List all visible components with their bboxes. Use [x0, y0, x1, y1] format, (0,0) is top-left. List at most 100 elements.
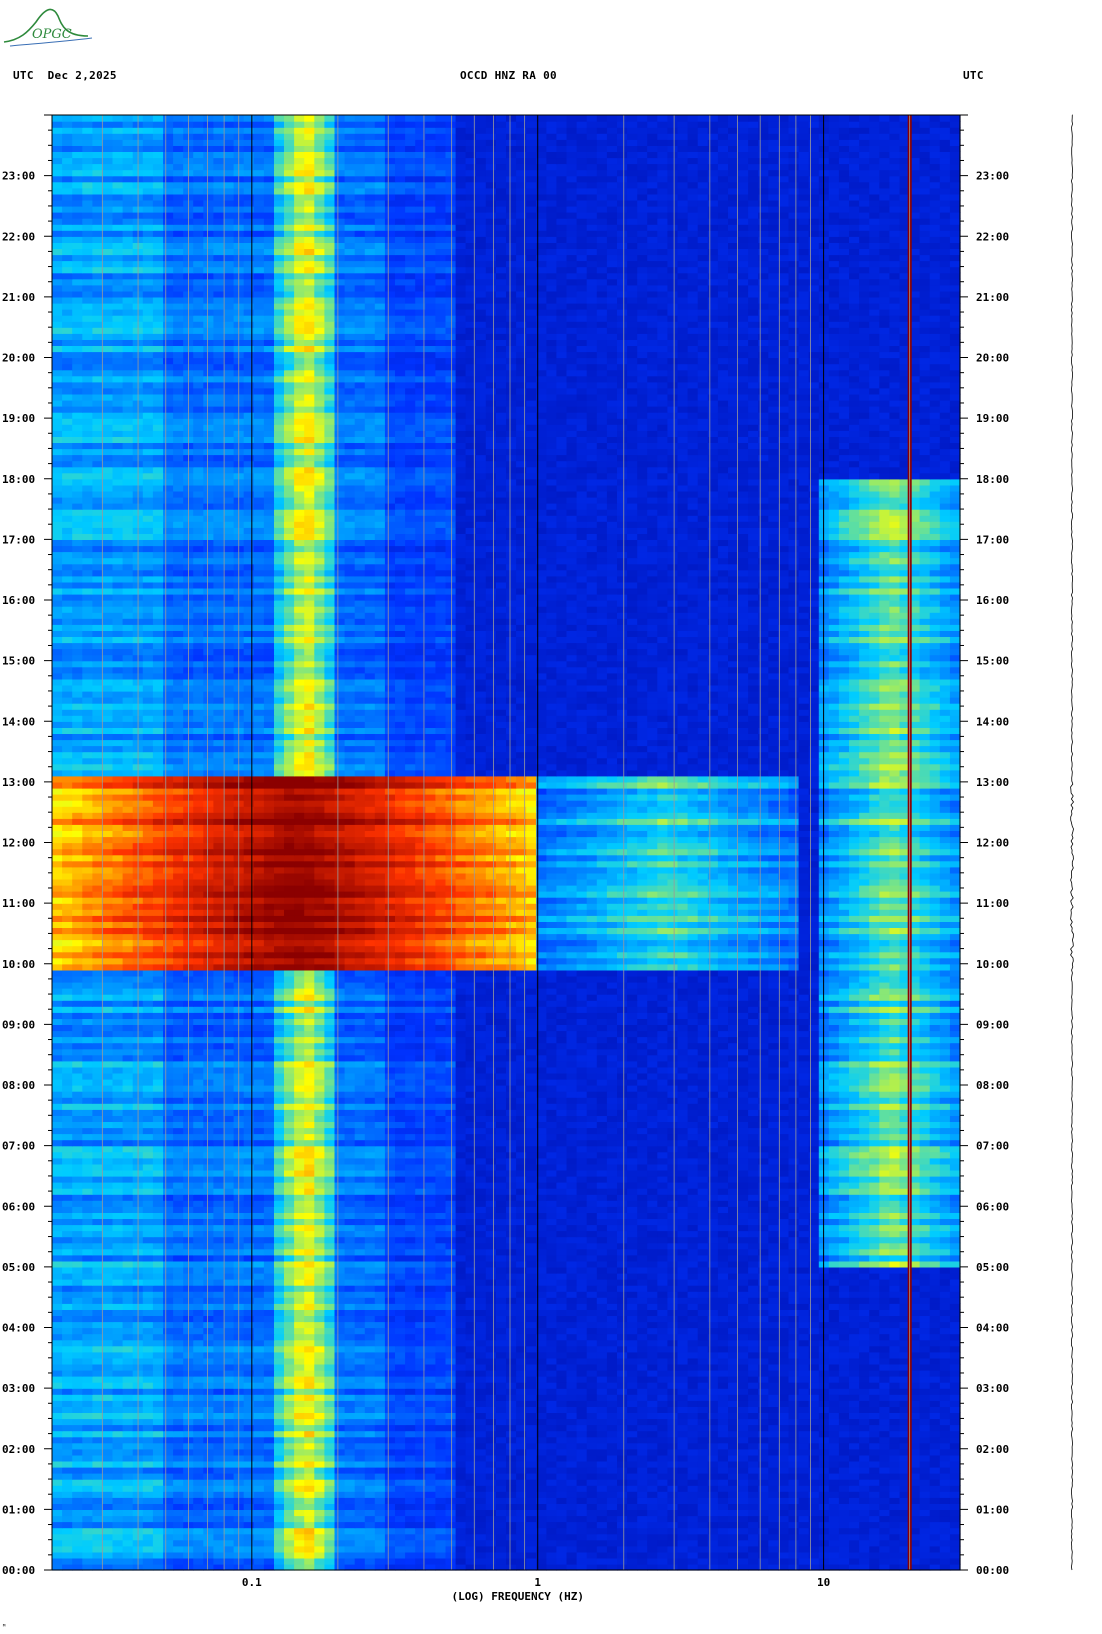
heatmap-cell — [949, 1412, 961, 1420]
heatmap-cell — [152, 1327, 164, 1335]
heatmap-cell — [405, 1321, 416, 1329]
heatmap-cell — [677, 1424, 689, 1432]
heatmap-cell — [485, 1369, 497, 1377]
heatmap-cell — [72, 1521, 83, 1529]
heatmap-cell — [637, 1388, 648, 1395]
heatmap-cell — [849, 1272, 860, 1280]
heatmap-cell — [768, 1339, 779, 1347]
heatmap-cell — [728, 1509, 739, 1517]
heatmap-cell — [193, 1279, 204, 1286]
heatmap-cell — [374, 1382, 386, 1389]
heatmap-cell — [72, 1345, 83, 1353]
heatmap-cell — [566, 1254, 578, 1262]
heatmap-cell — [939, 1503, 951, 1510]
heatmap-cell — [869, 1363, 880, 1371]
heatmap-cell — [556, 1424, 568, 1432]
heatmap-cell — [778, 1460, 790, 1468]
heatmap-cell — [828, 1454, 840, 1462]
heatmap-cell — [596, 1394, 608, 1401]
heatmap-cell — [92, 1491, 104, 1498]
heatmap-cell — [294, 1539, 305, 1547]
heatmap-cell — [748, 1430, 759, 1438]
heatmap-cell — [395, 1509, 406, 1517]
heatmap-cell — [102, 1430, 114, 1438]
heatmap-cell — [203, 1394, 214, 1401]
heatmap-cell — [506, 1557, 517, 1565]
heatmap-cell — [263, 1272, 275, 1280]
heatmap-cell — [465, 1327, 477, 1335]
heatmap-cell — [778, 1382, 790, 1389]
heatmap-cell — [546, 1497, 558, 1504]
heatmap-cell — [738, 1333, 749, 1341]
heatmap-cell — [72, 1412, 83, 1420]
heatmap-cell — [627, 1303, 638, 1310]
heatmap-cell — [243, 1321, 255, 1329]
heatmap-cell — [637, 1236, 648, 1244]
heatmap-cell — [324, 1357, 336, 1365]
heatmap-cell — [788, 1400, 800, 1407]
heatmap-cell — [425, 1303, 436, 1310]
heatmap-cell — [707, 1394, 719, 1401]
heatmap-cell — [687, 1321, 699, 1329]
heatmap-cell — [314, 1254, 325, 1262]
heatmap-cell — [62, 1557, 73, 1565]
heatmap-cell — [617, 1333, 628, 1341]
heatmap-cell — [849, 1248, 860, 1256]
heatmap-cell — [849, 1285, 860, 1292]
heatmap-cell — [818, 1551, 830, 1559]
heatmap-cell — [798, 1454, 810, 1462]
heatmap-cell — [778, 1285, 790, 1292]
heatmap-cell — [263, 1503, 275, 1510]
heatmap-cell — [253, 1260, 265, 1268]
heatmap-cell — [586, 1291, 598, 1298]
heatmap-cell — [838, 1351, 850, 1359]
heatmap-cell — [304, 1503, 315, 1510]
heatmap-cell — [697, 1406, 709, 1413]
heatmap-cell — [253, 1539, 265, 1547]
heatmap-cell — [425, 1454, 436, 1462]
heatmap-cell — [667, 1357, 679, 1365]
heatmap-cell — [142, 1369, 154, 1377]
heatmap-cell — [707, 1551, 719, 1559]
heatmap-cell — [657, 1551, 668, 1559]
heatmap-cell — [203, 1291, 214, 1298]
heatmap-cell — [324, 1291, 336, 1298]
heatmap-cell — [122, 1333, 134, 1341]
heatmap-cell — [556, 1369, 568, 1377]
heatmap-cell — [667, 1315, 679, 1323]
heatmap-cell — [334, 1454, 346, 1462]
heatmap-cell — [344, 1266, 356, 1274]
heatmap-cell — [173, 1473, 184, 1480]
heatmap-cell — [435, 1363, 447, 1371]
heatmap-cell — [102, 1460, 114, 1468]
heatmap-cell — [576, 1454, 588, 1462]
heatmap-cell — [455, 1333, 467, 1341]
heatmap-cell — [203, 1388, 214, 1395]
heatmap-cell — [798, 1333, 810, 1341]
heatmap-cell — [586, 1376, 598, 1383]
heatmap-cell — [152, 1545, 164, 1553]
heatmap-cell — [556, 1436, 568, 1444]
heatmap-cell — [455, 1357, 467, 1365]
heatmap-cell — [495, 1545, 507, 1553]
heatmap-cell — [92, 1418, 104, 1426]
heatmap-cell — [405, 1345, 416, 1353]
heatmap-cell — [465, 1303, 477, 1310]
heatmap-cell — [52, 1315, 63, 1323]
heatmap-cell — [657, 1442, 668, 1450]
heatmap-cell — [768, 1260, 779, 1268]
heatmap-cell — [647, 1351, 658, 1359]
heatmap-cell — [728, 1327, 739, 1335]
heatmap-cell — [606, 1418, 618, 1426]
heatmap-cell — [556, 1339, 568, 1347]
heatmap-cell — [879, 1430, 890, 1438]
heatmap-cell — [52, 1406, 63, 1413]
heatmap-cell — [142, 1497, 154, 1504]
heatmap-cell — [455, 1479, 467, 1486]
heatmap-cell — [435, 1497, 447, 1504]
heatmap-cell — [243, 1515, 255, 1523]
heatmap-cell — [929, 1436, 941, 1444]
heatmap-cell — [516, 1248, 527, 1256]
heatmap-cell — [556, 1260, 568, 1268]
heatmap-cell — [364, 1279, 376, 1286]
